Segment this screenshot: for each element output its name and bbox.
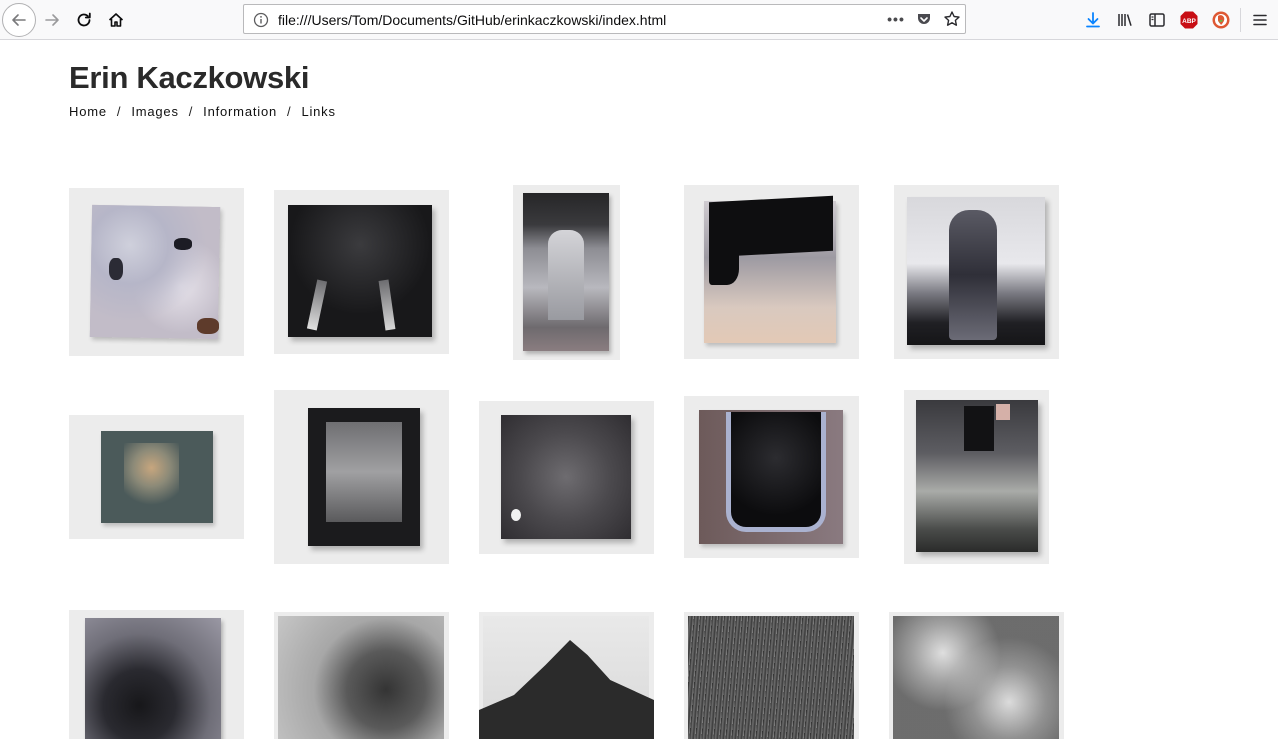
- gallery-thumbnail[interactable]: [684, 396, 859, 558]
- adblock-label: ABP: [1182, 18, 1196, 25]
- gallery-thumbnail[interactable]: [274, 612, 449, 739]
- forward-arrow-icon: [45, 14, 59, 26]
- nav-information-link[interactable]: Information: [203, 104, 277, 119]
- gallery-thumbnail[interactable]: [889, 612, 1064, 739]
- home-button[interactable]: [104, 8, 128, 32]
- back-button[interactable]: [2, 3, 36, 37]
- forward-button[interactable]: [40, 8, 64, 32]
- url-bar[interactable]: file:///Users/Tom/Documents/GitHub/erink…: [243, 4, 966, 34]
- gallery-thumbnail[interactable]: [479, 612, 654, 739]
- main-nav: Home / Images / Information / Links: [69, 104, 336, 119]
- pocket-icon[interactable]: [914, 9, 934, 29]
- site-title: Erin Kaczkowski: [69, 60, 310, 95]
- nav-home-link[interactable]: Home: [69, 104, 107, 119]
- toolbar-divider: [1240, 8, 1241, 32]
- gallery-thumbnail[interactable]: [894, 185, 1059, 359]
- gallery-thumbnail[interactable]: [274, 190, 449, 354]
- nav-separator: /: [116, 104, 122, 119]
- nav-images-link[interactable]: Images: [131, 104, 178, 119]
- gallery-thumbnail[interactable]: [684, 612, 859, 739]
- gallery-thumbnail[interactable]: [479, 401, 654, 554]
- library-icon[interactable]: [1113, 8, 1137, 32]
- gallery-thumbnail[interactable]: [69, 610, 244, 739]
- info-icon[interactable]: [252, 11, 270, 29]
- gallery-thumbnail[interactable]: [904, 390, 1049, 564]
- back-arrow-icon: [12, 14, 26, 26]
- gallery-thumbnail[interactable]: [69, 188, 244, 356]
- url-text[interactable]: file:///Users/Tom/Documents/GitHub/erink…: [278, 12, 666, 28]
- reload-icon: [77, 12, 91, 27]
- nav-separator: /: [287, 104, 292, 119]
- nav-links-link[interactable]: Links: [301, 104, 335, 119]
- sidebar-icon[interactable]: [1145, 8, 1169, 32]
- gallery-thumbnail[interactable]: [684, 185, 859, 359]
- gallery-thumbnail[interactable]: [513, 185, 620, 360]
- duckduckgo-icon[interactable]: [1209, 8, 1233, 32]
- download-icon[interactable]: [1081, 8, 1105, 32]
- nav-separator: /: [188, 104, 194, 119]
- reload-button[interactable]: [72, 8, 96, 32]
- menu-icon[interactable]: [1248, 8, 1272, 32]
- adblock-icon[interactable]: ABP: [1177, 8, 1201, 32]
- more-dots-icon[interactable]: •••: [885, 8, 907, 30]
- gallery-thumbnail[interactable]: [69, 415, 244, 539]
- browser-toolbar: file:///Users/Tom/Documents/GitHub/erink…: [0, 0, 1278, 40]
- bookmark-star-icon[interactable]: [941, 8, 963, 30]
- gallery-thumbnail[interactable]: [274, 390, 449, 564]
- home-icon: [108, 13, 124, 27]
